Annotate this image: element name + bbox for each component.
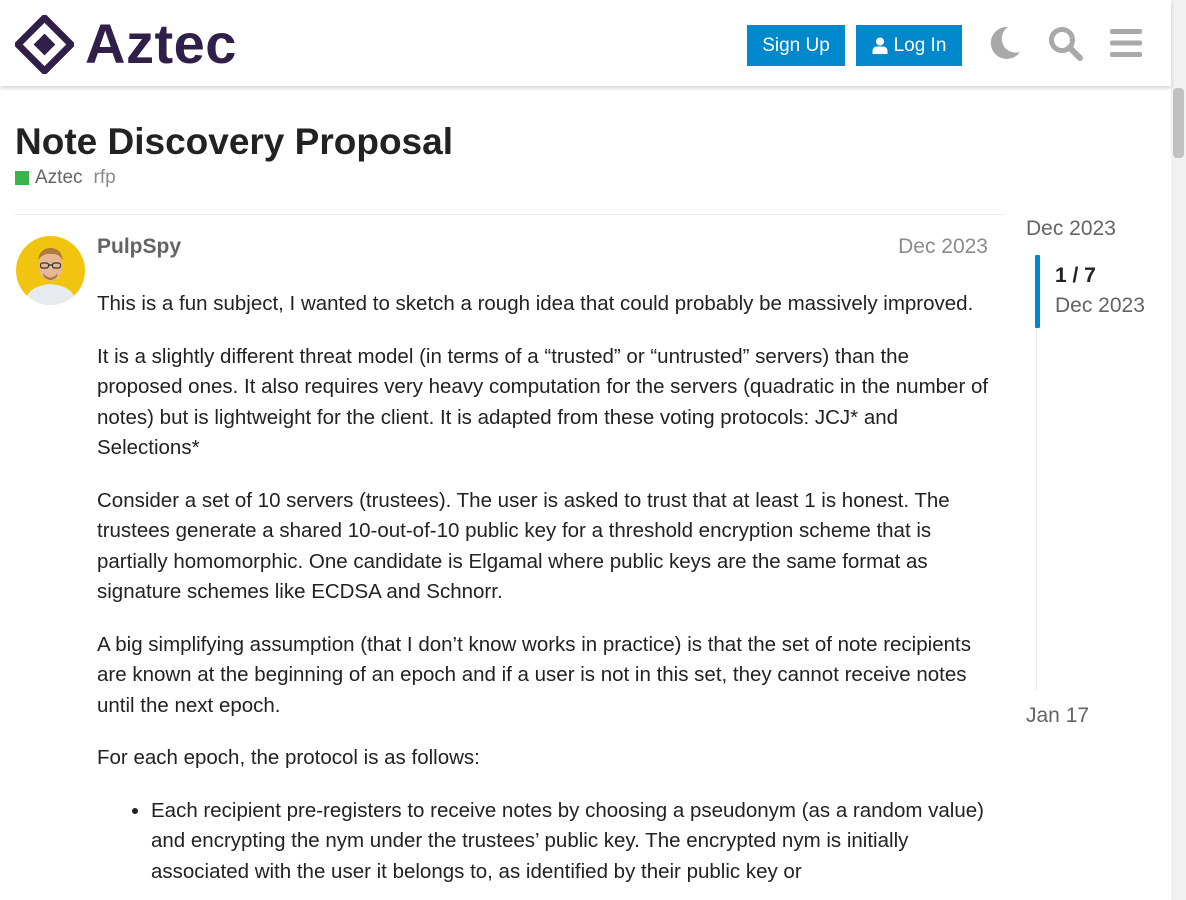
user-icon	[872, 37, 888, 54]
category-link[interactable]: Aztec	[35, 167, 83, 189]
log-in-button[interactable]: Log In	[856, 25, 962, 66]
logo-text: Aztec	[85, 12, 237, 75]
search-button[interactable]	[1045, 22, 1085, 64]
post-date[interactable]: Dec 2023	[898, 234, 988, 260]
hamburger-menu-icon	[1110, 29, 1142, 57]
site-logo[interactable]: Aztec	[15, 14, 255, 74]
log-in-label: Log In	[893, 34, 947, 56]
menu-button[interactable]	[1106, 22, 1146, 64]
protocol-steps-list: Each recipient pre-registers to receive …	[97, 796, 992, 888]
topic-title[interactable]: Note Discovery Proposal	[15, 120, 453, 164]
post-paragraph: For each epoch, the protocol is as follo…	[97, 746, 480, 769]
sign-up-button[interactable]: Sign Up	[747, 25, 845, 66]
dark-mode-icon	[990, 26, 1020, 59]
list-item: Each recipient pre-registers to receive …	[151, 796, 992, 888]
aztec-diamond-logo-icon	[15, 14, 74, 74]
timeline-end-date[interactable]: Jan 17	[1026, 703, 1089, 729]
timeline-position: 1 / 7	[1055, 264, 1096, 287]
category-color-badge	[15, 171, 29, 185]
sign-up-label: Sign Up	[762, 34, 830, 56]
tag-link[interactable]: rfp	[94, 167, 116, 189]
dark-mode-toggle[interactable]	[984, 22, 1024, 64]
timeline-scroller-handle[interactable]	[1035, 255, 1040, 328]
post-paragraph: It is a slightly different threat model …	[97, 344, 989, 460]
post-paragraph: Consider a set of 10 servers (trustees).…	[97, 488, 950, 604]
post-username[interactable]: PulpSpy	[97, 234, 181, 260]
avatar[interactable]	[16, 236, 85, 305]
timeline-start-date[interactable]: Dec 2023	[1026, 216, 1116, 242]
post-paragraph: A big simplifying assumption (that I don…	[97, 632, 971, 717]
search-icon	[1049, 27, 1083, 61]
topic-category-tags: Aztec rfp	[15, 166, 116, 190]
scrollbar-thumb[interactable]	[1173, 88, 1184, 158]
post-body: This is a fun subject, I wanted to sketc…	[97, 289, 992, 887]
timeline-current-date: Dec 2023	[1055, 294, 1145, 317]
topic-divider	[15, 214, 1004, 215]
post-paragraph: This is a fun subject, I wanted to sketc…	[97, 292, 974, 315]
site-header: Aztec Sign Up Log In	[0, 0, 1171, 86]
